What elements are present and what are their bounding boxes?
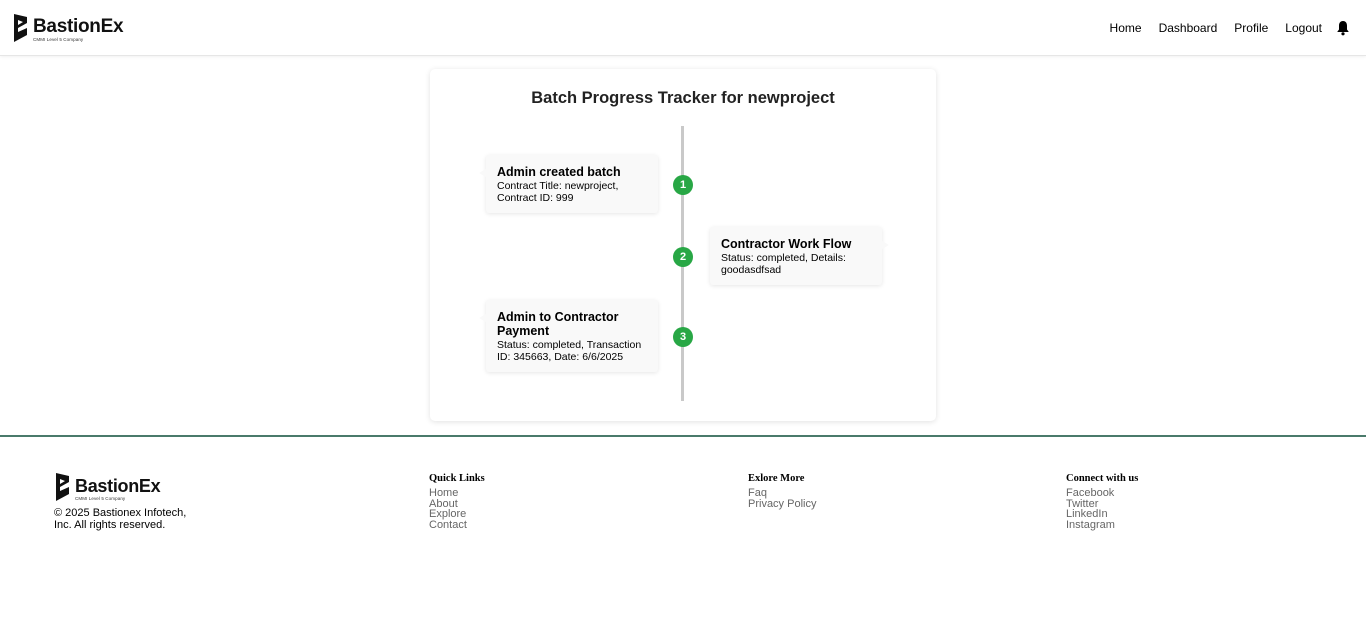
event-description: Status: completed, Transaction ID: 34566… (497, 339, 642, 363)
top-header: BastionEx CMMI Level 5 Company Home Dash… (0, 0, 1366, 56)
connect-column: Connect with us Facebook Twitter LinkedI… (1066, 473, 1138, 530)
nav-profile-link[interactable]: Profile (1234, 21, 1268, 35)
event-description: Status: completed, Details: goodasdfsad (721, 252, 846, 276)
bell-icon[interactable] (1336, 20, 1350, 36)
brand-name: BastionEx (75, 476, 161, 496)
batch-progress-card: Batch Progress Tracker for newproject Ad… (430, 69, 936, 421)
nav-logout-link[interactable]: Logout (1285, 21, 1322, 35)
explore-more-column: Exlore More Faq Privacy Policy (748, 473, 816, 509)
step-number-badge: 1 (673, 175, 693, 195)
event-description: Contract Title: newproject, Contract ID:… (497, 180, 619, 204)
brand-name: BastionEx (33, 16, 124, 37)
footer-link-faq[interactable]: Faq (748, 488, 816, 499)
timeline-event-contractor-workflow: Contractor Work Flow Status: completed, … (710, 227, 889, 285)
connect-heading: Connect with us (1066, 473, 1139, 484)
footer-link-contact[interactable]: Contact (429, 519, 485, 531)
footer-link-privacy-policy[interactable]: Privacy Policy (748, 498, 816, 510)
timeline-event-admin-created: Admin created batch Contract Title: newp… (479, 155, 658, 213)
site-footer: BastionEx CMMI Level 5 Company © 2025 Ba… (0, 435, 1366, 641)
quick-links-column: Quick Links Home About Explore Contact (429, 473, 485, 530)
brand-tagline: CMMI Level 5 Company (33, 37, 84, 42)
tracker-title: Batch Progress Tracker for newproject (531, 89, 835, 107)
step-number-badge: 2 (673, 247, 693, 267)
bastionex-logo-mark-icon (14, 14, 27, 42)
copyright-text: © 2025 Bastionex Infotech, Inc. All righ… (54, 507, 187, 531)
bastionex-logo-mark-icon (56, 473, 69, 501)
event-title: Admin to Contractor Payment (497, 310, 619, 338)
step-number-badge: 3 (673, 327, 693, 347)
footer-link-explore[interactable]: Explore (429, 509, 485, 520)
footer-logo[interactable]: BastionEx CMMI Level 5 Company (54, 472, 161, 502)
event-title: Contractor Work Flow (721, 237, 852, 251)
event-title: Admin created batch (497, 165, 621, 179)
brand-tagline: CMMI Level 5 Company (75, 496, 126, 501)
quick-links-heading: Quick Links (429, 473, 485, 484)
nav-home-link[interactable]: Home (1110, 21, 1142, 35)
explore-more-heading: Exlore More (748, 473, 805, 484)
footer-link-linkedin[interactable]: LinkedIn (1066, 509, 1138, 520)
footer-link-home[interactable]: Home (429, 488, 485, 499)
footer-link-instagram[interactable]: Instagram (1066, 519, 1138, 531)
nav-dashboard-link[interactable]: Dashboard (1159, 21, 1218, 35)
header-logo[interactable]: BastionEx CMMI Level 5 Company (12, 13, 124, 43)
main-nav: Home Dashboard Profile Logout (1093, 0, 1350, 56)
footer-link-facebook[interactable]: Facebook (1066, 488, 1138, 499)
timeline-event-admin-payment: Admin to Contractor Payment Status: comp… (479, 300, 658, 372)
